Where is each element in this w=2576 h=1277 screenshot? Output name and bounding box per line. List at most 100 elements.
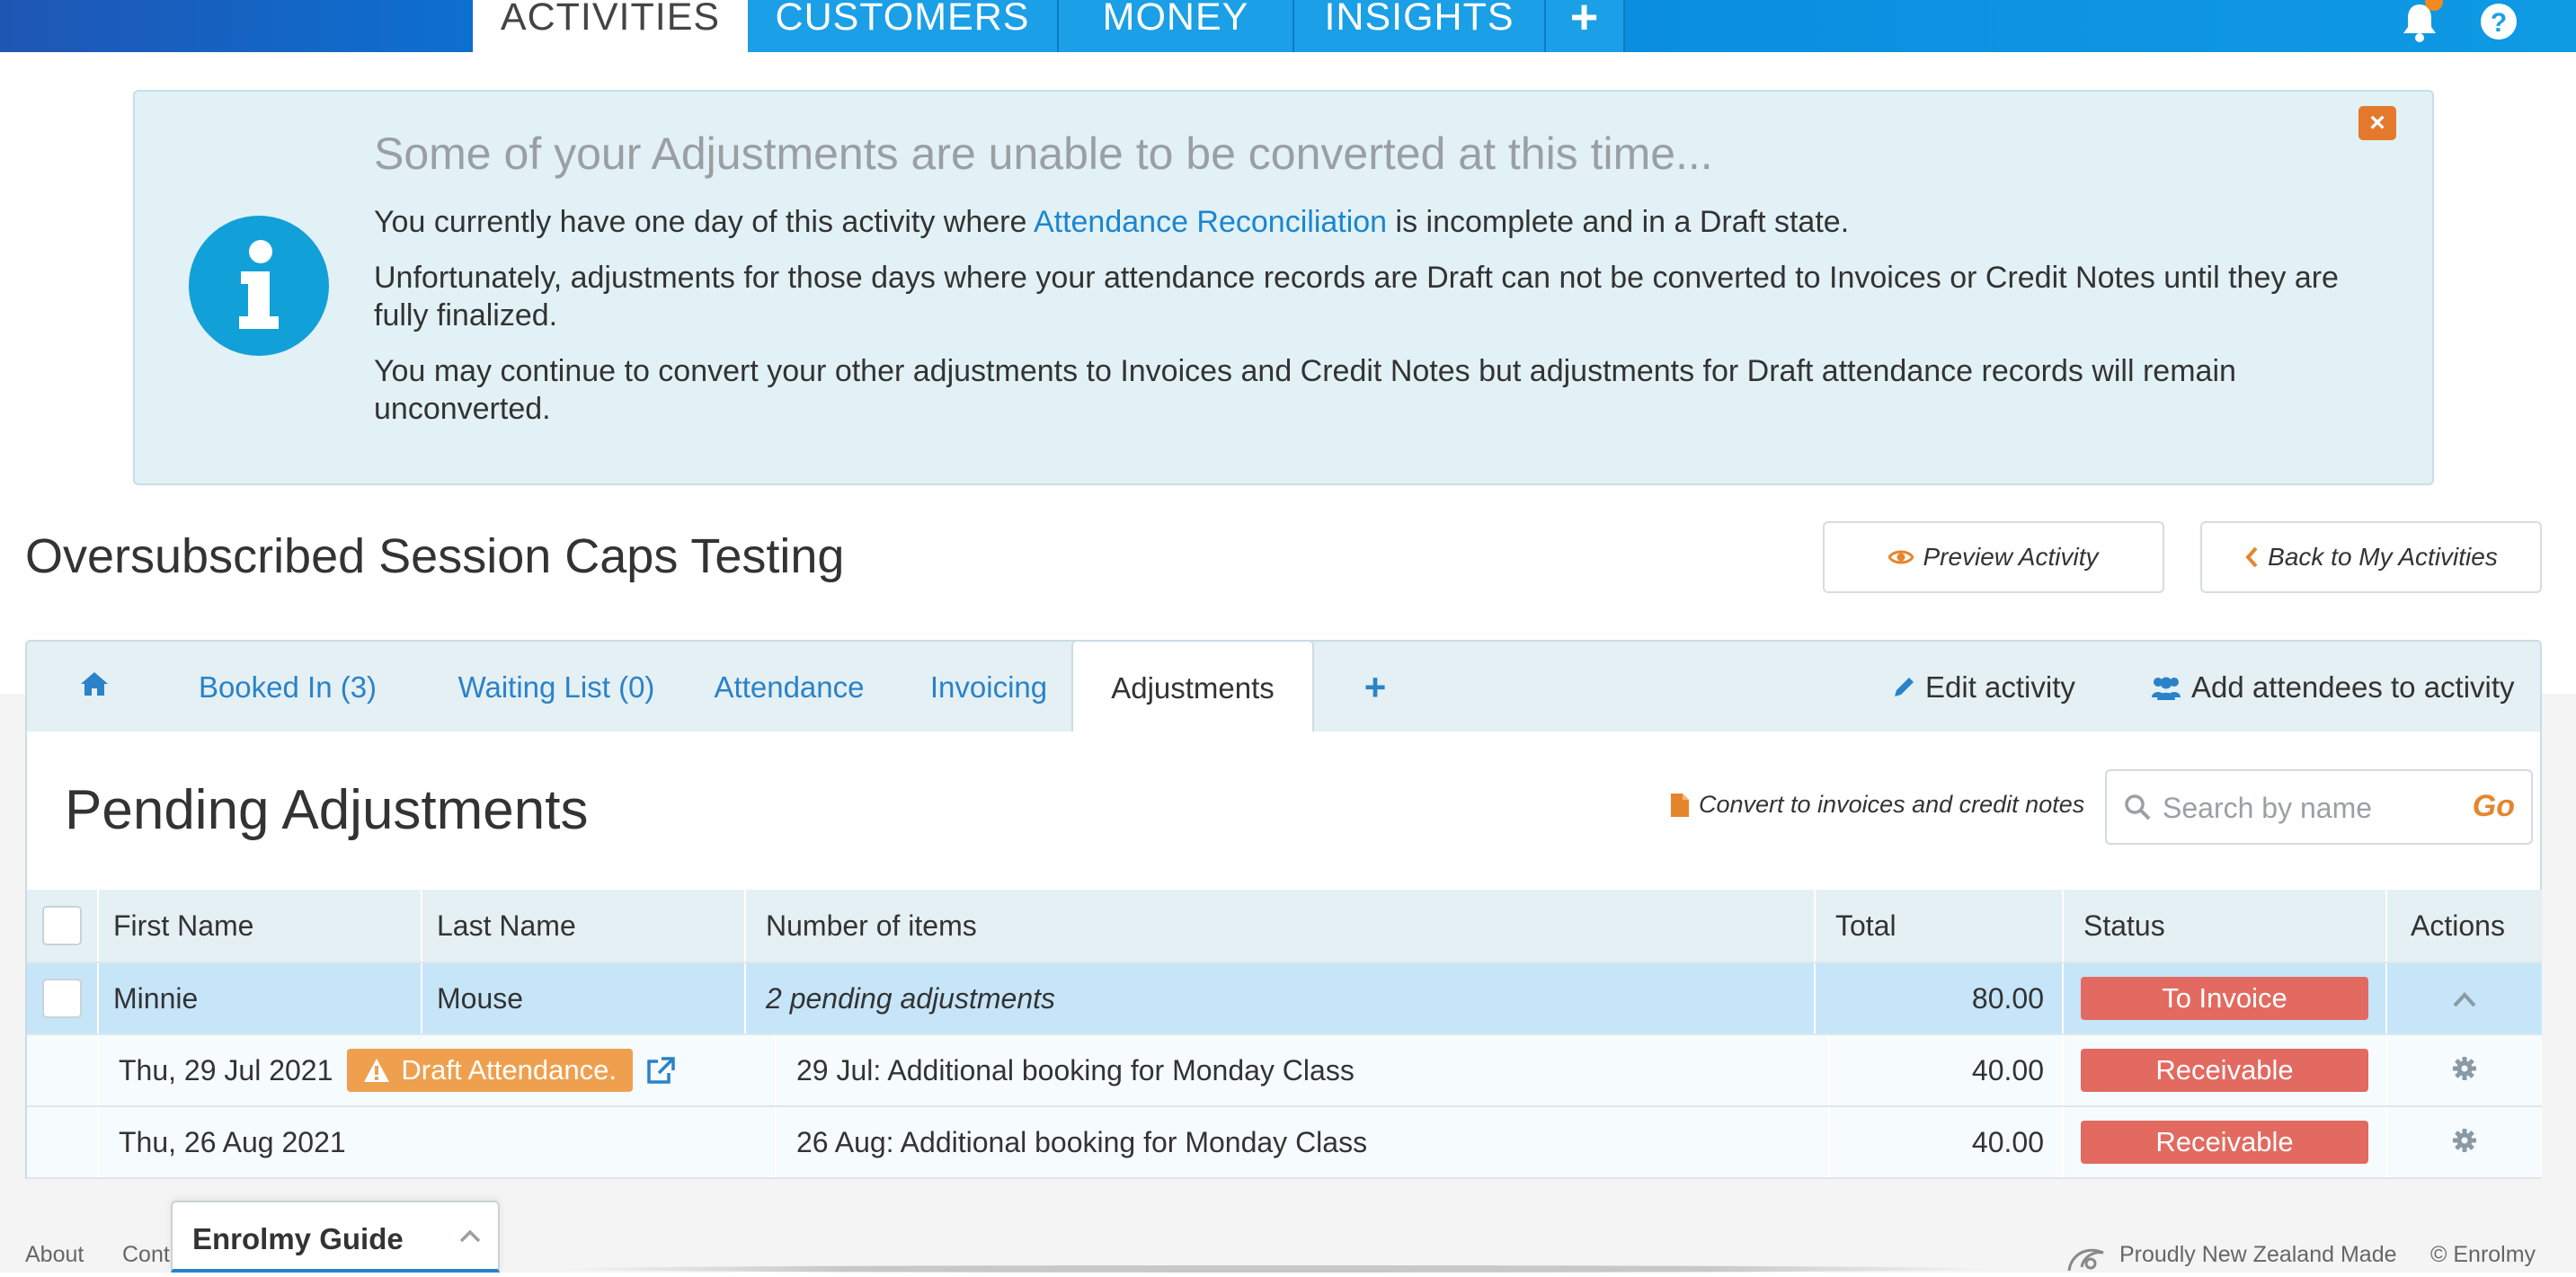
back-to-activities-label: Back to My Activities bbox=[2268, 543, 2498, 571]
description-cell: 26 Aug: Additional booking for Monday Cl… bbox=[777, 1107, 1830, 1177]
help-icon[interactable]: ? bbox=[2477, 0, 2520, 43]
page-title: Oversubscribed Session Caps Testing bbox=[25, 529, 845, 583]
file-icon bbox=[1670, 793, 1690, 818]
tab-add-button[interactable]: + bbox=[1339, 642, 1411, 733]
status-cell: To Invoice bbox=[2064, 963, 2387, 1033]
adjustment-row: Thu, 29 Jul 2021 Draft Attendance. 29 Ju… bbox=[27, 1035, 2542, 1107]
nav-tab-insights[interactable]: INSIGHTS bbox=[1294, 0, 1546, 52]
users-icon bbox=[2150, 674, 2182, 701]
nz-made-label: Proudly New Zealand Made bbox=[2119, 1242, 2397, 1267]
tab-booked-in[interactable]: Booked In (3) bbox=[171, 642, 404, 733]
tab-invoicing[interactable]: Invoicing bbox=[890, 642, 1088, 733]
bottom-shadow bbox=[557, 1265, 1995, 1273]
convert-label: Convert to invoices and credit notes bbox=[1699, 791, 2085, 818]
header-total[interactable]: Total bbox=[1816, 890, 2064, 962]
date-cell: Thu, 26 Aug 2021 bbox=[99, 1107, 777, 1177]
status-cell: Receivable bbox=[2064, 1035, 2387, 1105]
table-row[interactable]: Minnie Mouse 2 pending adjustments 80.00… bbox=[27, 963, 2542, 1035]
gear-icon[interactable] bbox=[2453, 1054, 2476, 1087]
alert-paragraph-1: You currently have one day of this activ… bbox=[374, 203, 2360, 241]
status-badge: Receivable bbox=[2081, 1121, 2368, 1164]
status-badge: Receivable bbox=[2081, 1049, 2368, 1092]
header-number-of-items[interactable]: Number of items bbox=[746, 890, 1816, 962]
number-of-items-cell: 2 pending adjustments bbox=[746, 963, 1816, 1033]
status-badge: To Invoice bbox=[2081, 977, 2368, 1020]
tab-adjustments[interactable]: Adjustments bbox=[1071, 640, 1314, 735]
alert-paragraph-2: Unfortunately, adjustments for those day… bbox=[374, 261, 2339, 333]
table-header-row: First Name Last Name Number of items Tot… bbox=[27, 890, 2542, 963]
gear-icon[interactable] bbox=[2453, 1126, 2476, 1159]
nav-tab-customers[interactable]: CUSTOMERS bbox=[748, 0, 1059, 52]
description-cell: 29 Jul: Additional booking for Monday Cl… bbox=[777, 1035, 1830, 1105]
search-icon bbox=[2123, 793, 2152, 826]
eye-icon bbox=[1888, 548, 1914, 566]
copyright-label: © Enrolmy bbox=[2430, 1242, 2536, 1267]
section-title: Pending Adjustments bbox=[65, 779, 589, 841]
pencil-icon bbox=[1891, 675, 1916, 700]
header-status[interactable]: Status bbox=[2064, 890, 2387, 962]
adjustment-row: Thu, 26 Aug 2021 26 Aug: Additional book… bbox=[27, 1107, 2542, 1179]
alert-p1-text: You currently have one day of this activ… bbox=[374, 205, 1034, 239]
chevron-left-icon bbox=[2244, 546, 2259, 568]
activity-tabs: Booked In (3) Waiting List (0) Attendanc… bbox=[25, 640, 2542, 735]
tab-waiting-list[interactable]: Waiting List (0) bbox=[417, 642, 696, 733]
attendance-reconciliation-link[interactable]: Attendance Reconciliation bbox=[1034, 205, 1387, 239]
spacer-cell bbox=[27, 1107, 99, 1177]
header-last-name[interactable]: Last Name bbox=[422, 890, 746, 962]
search-go-button[interactable]: Go bbox=[2473, 789, 2515, 824]
footer-about-link[interactable]: About bbox=[25, 1242, 84, 1268]
actions-cell bbox=[2387, 1107, 2542, 1177]
total-cell: 80.00 bbox=[1816, 963, 2064, 1033]
first-name-cell: Minnie bbox=[99, 963, 422, 1033]
spacer-cell bbox=[27, 1035, 99, 1105]
enrolmy-guide-widget[interactable]: Enrolmy Guide bbox=[171, 1201, 500, 1273]
draft-attendance-label: Draft Attendance. bbox=[401, 1054, 617, 1086]
nav-tab-money[interactable]: MONEY bbox=[1059, 0, 1294, 52]
alert-title: Some of your Adjustments are unable to b… bbox=[374, 129, 1713, 179]
chevron-up-icon bbox=[458, 1228, 482, 1248]
search-input[interactable] bbox=[2161, 784, 2448, 832]
row-checkbox[interactable] bbox=[42, 979, 82, 1018]
edit-activity-label: Edit activity bbox=[1925, 670, 2075, 704]
draft-attendance-badge: Draft Attendance. bbox=[347, 1049, 633, 1092]
add-attendees-button[interactable]: Add attendees to activity bbox=[2150, 642, 2515, 733]
last-name-cell: Mouse bbox=[422, 963, 746, 1033]
home-icon bbox=[79, 670, 110, 705]
preview-activity-label: Preview Activity bbox=[1923, 543, 2099, 571]
footer-contact-link[interactable]: Cont bbox=[122, 1242, 170, 1268]
nav-add-button[interactable]: + bbox=[1546, 0, 1625, 52]
collapse-chevron-icon[interactable] bbox=[2452, 982, 2477, 1015]
amount-cell: 40.00 bbox=[1816, 1035, 2064, 1105]
actions-cell bbox=[2387, 963, 2542, 1033]
guide-label: Enrolmy Guide bbox=[192, 1222, 404, 1255]
tab-home[interactable] bbox=[54, 642, 135, 733]
adjustments-panel: Pending Adjustments Convert to invoices … bbox=[25, 732, 2542, 1179]
svg-text:?: ? bbox=[2491, 8, 2507, 38]
warning-icon bbox=[363, 1058, 390, 1083]
date-cell: Thu, 29 Jul 2021 Draft Attendance. bbox=[99, 1035, 777, 1105]
nav-tab-activities[interactable]: ACTIVITIES bbox=[473, 0, 748, 52]
top-nav: ACTIVITIES CUSTOMERS MONEY INSIGHTS + ? bbox=[0, 0, 2576, 52]
external-link-icon[interactable] bbox=[645, 1056, 676, 1085]
adjustment-date: Thu, 29 Jul 2021 bbox=[119, 1053, 333, 1086]
actions-cell bbox=[2387, 1035, 2542, 1105]
conversion-warning-alert: × Some of your Adjustments are unable to… bbox=[133, 90, 2434, 485]
bell-icon[interactable] bbox=[2398, 0, 2443, 43]
row-select-cell bbox=[27, 963, 99, 1033]
convert-to-invoices-button[interactable]: Convert to invoices and credit notes bbox=[1670, 791, 2084, 819]
alert-p1-text-end: is incomplete and in a Draft state. bbox=[1387, 205, 1850, 239]
add-attendees-label: Add attendees to activity bbox=[2191, 670, 2515, 704]
alert-paragraph-3: You may continue to convert your other a… bbox=[374, 354, 2236, 426]
info-icon bbox=[189, 216, 329, 356]
status-cell: Receivable bbox=[2064, 1107, 2387, 1177]
header-first-name[interactable]: First Name bbox=[99, 890, 422, 962]
select-all-cell bbox=[27, 890, 99, 962]
edit-activity-button[interactable]: Edit activity bbox=[1891, 642, 2075, 733]
amount-cell: 40.00 bbox=[1816, 1107, 2064, 1177]
back-to-activities-button[interactable]: Back to My Activities bbox=[2200, 521, 2542, 593]
alert-close-button[interactable]: × bbox=[2358, 106, 2396, 140]
header-actions: Actions bbox=[2411, 909, 2505, 942]
tab-attendance[interactable]: Attendance bbox=[681, 642, 897, 733]
preview-activity-button[interactable]: Preview Activity bbox=[1823, 521, 2164, 593]
select-all-checkbox[interactable] bbox=[42, 906, 82, 945]
